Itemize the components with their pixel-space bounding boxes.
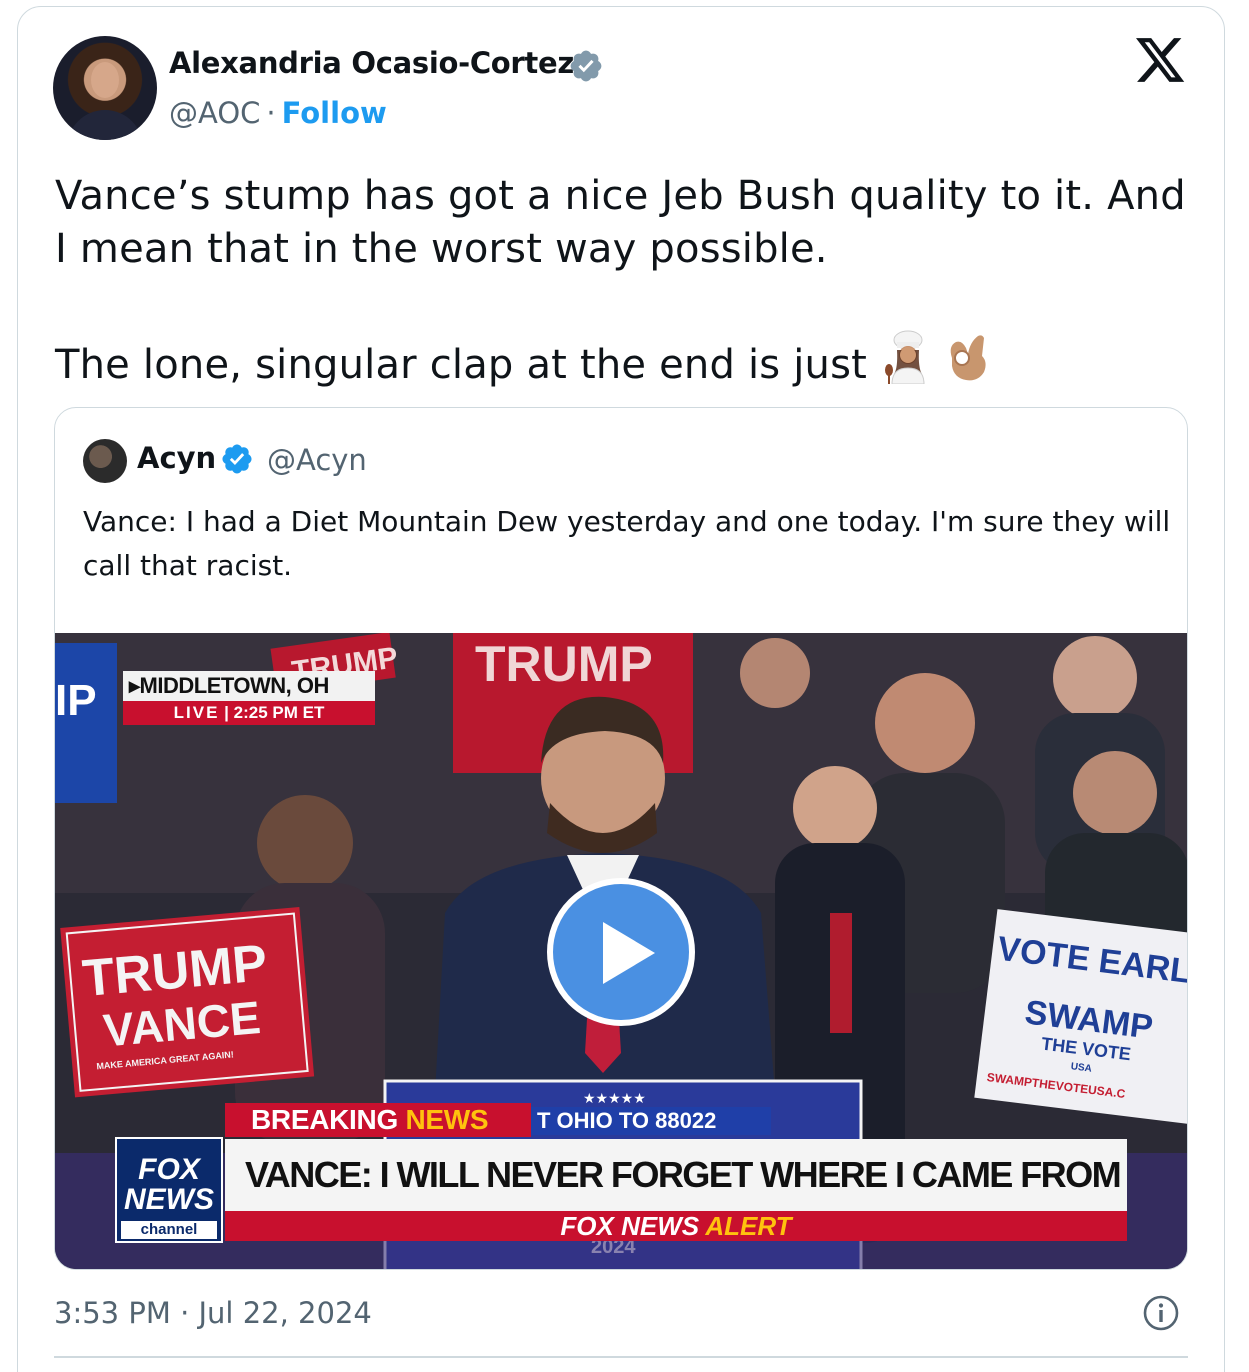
quoted-author-name[interactable]: Acyn	[137, 441, 216, 475]
verified-badge-icon	[570, 50, 602, 82]
play-icon	[603, 922, 655, 984]
fox-logo-line-1: FOX	[138, 1153, 200, 1186]
podium-stars-text: ★★★★★	[583, 1091, 646, 1107]
quoted-author-avatar[interactable]	[83, 439, 127, 483]
location-label: ▸MIDDLETOWN, OH	[123, 671, 375, 701]
x-logo-icon[interactable]	[1136, 38, 1186, 84]
follow-button[interactable]: Follow	[282, 96, 387, 130]
fox-news-logo: FOX NEWS channel	[115, 1137, 223, 1243]
info-icon[interactable]	[1142, 1294, 1180, 1332]
author-avatar[interactable]	[53, 36, 157, 140]
alert-prefix: FOX NEWS	[560, 1211, 700, 1241]
avatar-shoulders	[67, 110, 143, 140]
woman-cook-emoji-icon	[884, 330, 925, 384]
ok-hand-emoji-icon	[950, 335, 986, 381]
location-banner: ▸MIDDLETOWN, OH LIVE | 2:25 PM ET	[123, 671, 375, 725]
chyron-headline: VANCE: I WILL NEVER FORGET WHERE I CAME …	[225, 1139, 1127, 1211]
video-player[interactable]: IP TRUMP TRUMP TRUMP VANCE MAKE AMERICA …	[55, 633, 1187, 1269]
separator-dot: ·	[266, 96, 276, 130]
news-label: NEWS	[405, 1104, 489, 1135]
tweet-text-line-2: The lone, singular clap at the end is ju…	[55, 328, 1195, 392]
quoted-verified-badge-icon	[222, 444, 252, 474]
tweet-text-line-1: Vance’s stump has got a nice Jeb Bush qu…	[55, 173, 1199, 272]
play-button[interactable]	[547, 878, 695, 1026]
live-label: LIVE	[173, 703, 220, 722]
avatar-face	[91, 62, 119, 98]
footer-divider	[54, 1356, 1188, 1358]
breaking-label: BREAKING	[251, 1104, 398, 1135]
quoted-tweet-text: Vance: I had a Diet Mountain Dew yesterd…	[83, 505, 1171, 582]
live-time: 2:25 PM ET	[233, 703, 325, 722]
author-handle[interactable]: @AOC	[169, 96, 260, 130]
fox-logo-line-2: NEWS	[124, 1183, 214, 1216]
fox-logo-line-3: channel	[121, 1221, 217, 1239]
tweet-timestamp[interactable]: 3:53 PM · Jul 22, 2024	[54, 1296, 372, 1330]
author-name[interactable]: Alexandria Ocasio-Cortez	[169, 46, 574, 80]
quoted-author-handle[interactable]: @Acyn	[267, 443, 367, 477]
handle-row: @AOC · Follow	[169, 96, 387, 130]
breaking-news-banner: BREAKING NEWS	[225, 1103, 531, 1137]
location-text: MIDDLETOWN, OH	[139, 673, 330, 698]
sign-center-trump-text: TRUMP	[475, 636, 653, 692]
tweet-text-line-2-text: The lone, singular clap at the end is ju…	[55, 342, 868, 388]
tweet-text: Vance’s stump has got a nice Jeb Bush qu…	[55, 170, 1195, 392]
live-bar: LIVE | 2:25 PM ET	[123, 701, 375, 725]
svg-text:IP: IP	[55, 676, 97, 725]
alert-word: ALERT	[705, 1211, 792, 1241]
quoted-tweet[interactable]: Acyn @Acyn Vance: I had a Diet Mountain …	[54, 407, 1188, 1270]
fox-news-alert-bar: FOX NEWS ALERT	[225, 1211, 1127, 1241]
ticker-text: T OHIO TO 88022	[531, 1107, 771, 1135]
